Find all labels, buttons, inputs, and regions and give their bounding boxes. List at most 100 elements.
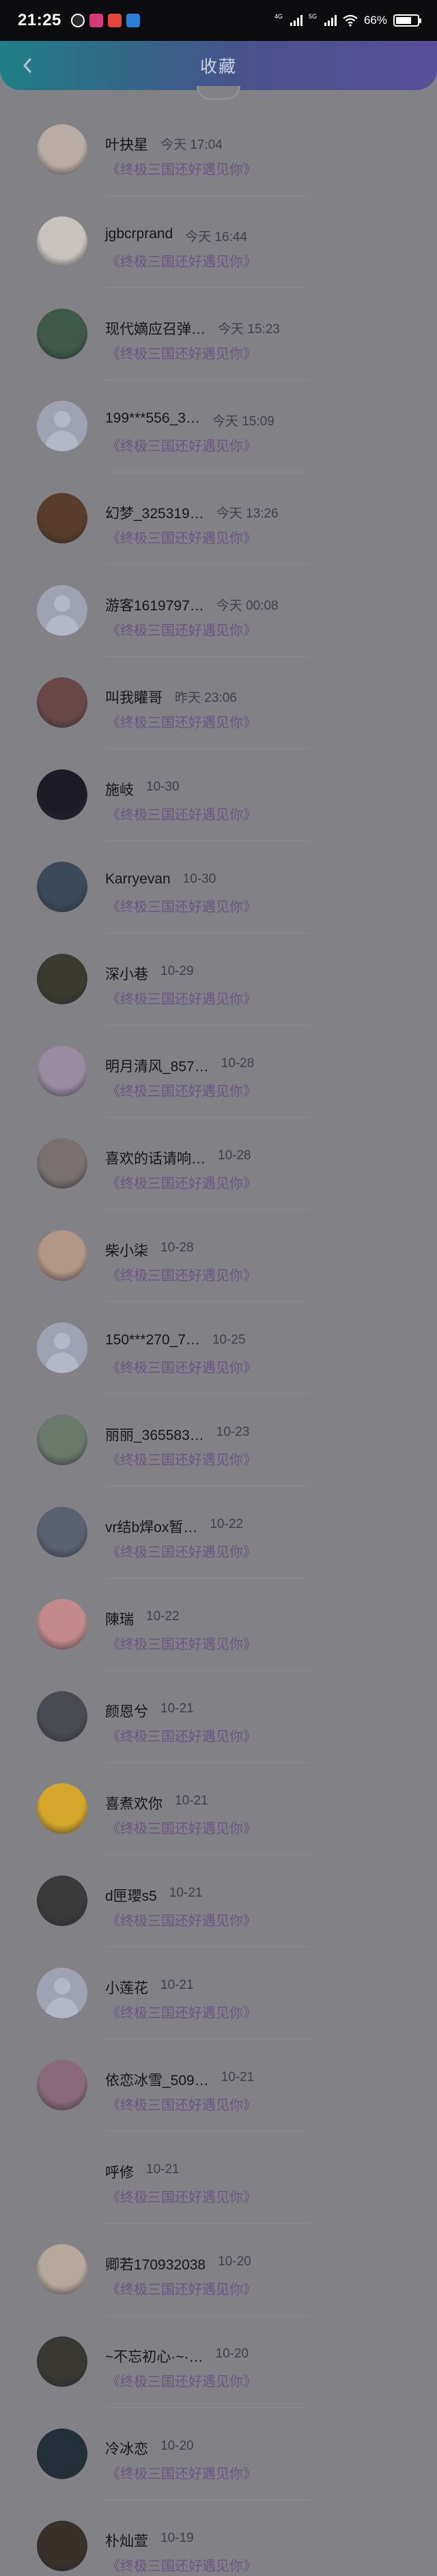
book-title[interactable]: 《终极三国还好遇见你》 [107,2370,257,2390]
book-title[interactable]: 《终极三国还好遇见你》 [107,1449,257,1469]
book-title[interactable]: 《终极三国还好遇见你》 [107,2463,257,2482]
book-title[interactable]: 《终极三国还好遇见你》 [107,343,257,363]
list-item[interactable]: 199***556_3… 今天 15:09 《终极三国还好遇见你》 [0,401,437,493]
back-button[interactable] [15,53,40,78]
avatar[interactable] [37,769,87,820]
avatar[interactable] [37,2152,87,2203]
list-item[interactable]: ~不忘初心·~·… 10-20 《终极三国还好遇见你》 [0,2336,437,2429]
divider [105,748,310,749]
list-item[interactable]: 喜煮欢你 10-21 《终极三国还好遇见你》 [0,1783,437,1876]
timestamp: 10-20 [218,2254,251,2269]
default-avatar-icon[interactable] [37,1968,87,2018]
list-item[interactable]: 幻梦_325319… 今天 13:26 《终极三国还好遇见你》 [0,493,437,585]
app-notification-icon [89,14,103,27]
book-title[interactable]: 《终极三国还好遇见你》 [107,2094,257,2114]
book-title[interactable]: 《终极三国还好遇见你》 [107,988,257,1008]
avatar[interactable] [37,1876,87,1926]
timestamp: 今天 16:44 [185,230,248,244]
avatar[interactable] [37,1783,87,1834]
avatar[interactable] [37,1507,87,1557]
book-title[interactable]: 《终极三国还好遇见你》 [107,1172,257,1192]
book-title[interactable]: 《终极三国还好遇见你》 [107,158,257,178]
list-item[interactable]: 施岐 10-30 《终极三国还好遇见你》 [0,769,437,862]
book-title[interactable]: 《终极三国还好遇见你》 [107,1910,257,1929]
divider [105,2131,310,2132]
default-avatar-icon[interactable] [37,401,87,451]
timestamp: 10-22 [146,1609,180,1624]
list-item[interactable]: 依恋冰雪_509… 10-21 《终极三国还好遇见你》 [0,2060,437,2152]
book-title[interactable]: 《终极三国还好遇见你》 [107,1080,257,1100]
avatar[interactable] [37,2336,87,2387]
book-title[interactable]: 《终极三国还好遇见你》 [107,2278,257,2298]
timestamp: 10-21 [169,1886,203,1900]
avatar[interactable] [37,1230,87,1281]
user-name: 游客1619797… [105,598,204,614]
list-item[interactable]: 小莲花 10-21 《终极三国还好遇见你》 [0,1968,437,2060]
list-item[interactable]: 呼修 10-21 《终极三国还好遇见你》 [0,2152,437,2244]
avatar[interactable] [37,677,87,728]
user-name: 呼修 [105,2165,134,2181]
book-title[interactable]: 《终极三国还好遇见你》 [107,1817,257,1837]
avatar[interactable] [37,954,87,1004]
book-title[interactable]: 《终极三国还好遇见你》 [107,2555,257,2575]
avatar[interactable] [37,1138,87,1189]
book-title[interactable]: 《终极三国还好遇见你》 [107,804,257,823]
avatar[interactable] [37,2060,87,2110]
avatar[interactable] [37,1046,87,1096]
list-item[interactable]: 明月清风_857… 10-28 《终极三国还好遇见你》 [0,1046,437,1138]
book-title[interactable]: 《终极三国还好遇见你》 [107,251,257,270]
list-item[interactable]: 喜欢的话请响… 10-28 《终极三国还好遇见你》 [0,1138,437,1230]
user-name: 施岐 [105,782,134,798]
list-item[interactable]: 游客1619797… 今天 00:08 《终极三国还好遇见你》 [0,585,437,677]
wifi-icon [343,14,358,27]
list-item[interactable]: 朴灿萱 10-19 《终极三国还好遇见你》 [0,2521,437,2576]
book-title[interactable]: 《终极三国还好遇见你》 [107,1541,257,1561]
book-title[interactable]: 《终极三国还好遇见你》 [107,2002,257,2022]
book-title[interactable]: 《终极三国还好遇见你》 [107,2186,257,2206]
avatar[interactable] [37,2429,87,2479]
avatar[interactable] [37,862,87,912]
list-item[interactable]: jgbcrprand 今天 16:44 《终极三国还好遇见你》 [0,216,437,309]
book-title[interactable]: 《终极三国还好遇见你》 [107,1633,257,1653]
book-title[interactable]: 《终极三国还好遇见你》 [107,1264,257,1284]
list-item[interactable]: 冷冰恋 10-20 《终极三国还好遇见你》 [0,2429,437,2521]
avatar[interactable] [37,1599,87,1650]
list-item[interactable]: d匣瓔s5 10-21 《终极三国还好遇见你》 [0,1876,437,1968]
list-item[interactable]: 叫我矔哥 昨天 23:06 《终极三国还好遇见你》 [0,677,437,769]
timestamp: 10-21 [221,2070,255,2084]
book-title[interactable]: 《终极三国还好遇见你》 [107,896,257,916]
timestamp: 今天 13:26 [216,507,279,521]
list-item[interactable]: 深小巷 10-29 《终极三国还好遇见你》 [0,954,437,1046]
list-item[interactable]: 颜恩兮 10-21 《终极三国还好遇见你》 [0,1691,437,1783]
default-avatar-icon[interactable] [37,585,87,636]
book-title[interactable]: 《终极三国还好遇见你》 [107,711,257,731]
avatar[interactable] [37,1415,87,1465]
avatar[interactable] [37,124,87,175]
list-item[interactable]: 现代嫡应召弹… 今天 15:23 《终极三国还好遇见你》 [0,309,437,401]
favorites-list: 叶抉星 今天 17:04 《终极三国还好遇见你》 jgbcrprand 今天 16:44… [0,124,437,2576]
list-item[interactable]: 柴小柒 10-28 《终极三国还好遇见你》 [0,1230,437,1322]
user-name: 小莲花 [105,1981,148,1996]
book-title[interactable]: 《终极三国还好遇见你》 [107,435,257,455]
list-item[interactable]: 丽丽_365583… 10-23 《终极三国还好遇见你》 [0,1415,437,1507]
avatar[interactable] [37,2244,87,2295]
book-title[interactable]: 《终极三国还好遇见你》 [107,527,257,547]
default-avatar-icon[interactable] [37,1322,87,1373]
list-item[interactable]: 陳瑞 10-22 《终极三国还好遇见你》 [0,1599,437,1691]
book-title[interactable]: 《终极三国还好遇见你》 [107,1357,257,1376]
avatar[interactable] [37,216,87,267]
user-name: jgbcrprand [105,226,173,242]
list-item[interactable]: 叶抉星 今天 17:04 《终极三国还好遇见你》 [0,124,437,216]
list-item[interactable]: Karryevan 10-30 《终极三国还好遇见你》 [0,862,437,954]
list-item[interactable]: vr结b焊ox暂… 10-22 《终极三国还好遇见你》 [0,1507,437,1599]
avatar[interactable] [37,2521,87,2571]
timestamp: 10-28 [160,1241,194,1255]
list-item[interactable]: 卿若170932038 10-20 《终极三国还好遇见你》 [0,2244,437,2336]
avatar[interactable] [37,1691,87,1742]
book-title[interactable]: 《终极三国还好遇见你》 [107,619,257,639]
user-name: 幻梦_325319… [105,506,204,522]
list-item[interactable]: 150***270_7… 10-25 《终极三国还好遇见你》 [0,1322,437,1415]
avatar[interactable] [37,493,87,543]
book-title[interactable]: 《终极三国还好遇见你》 [107,1725,257,1745]
avatar[interactable] [37,309,87,359]
